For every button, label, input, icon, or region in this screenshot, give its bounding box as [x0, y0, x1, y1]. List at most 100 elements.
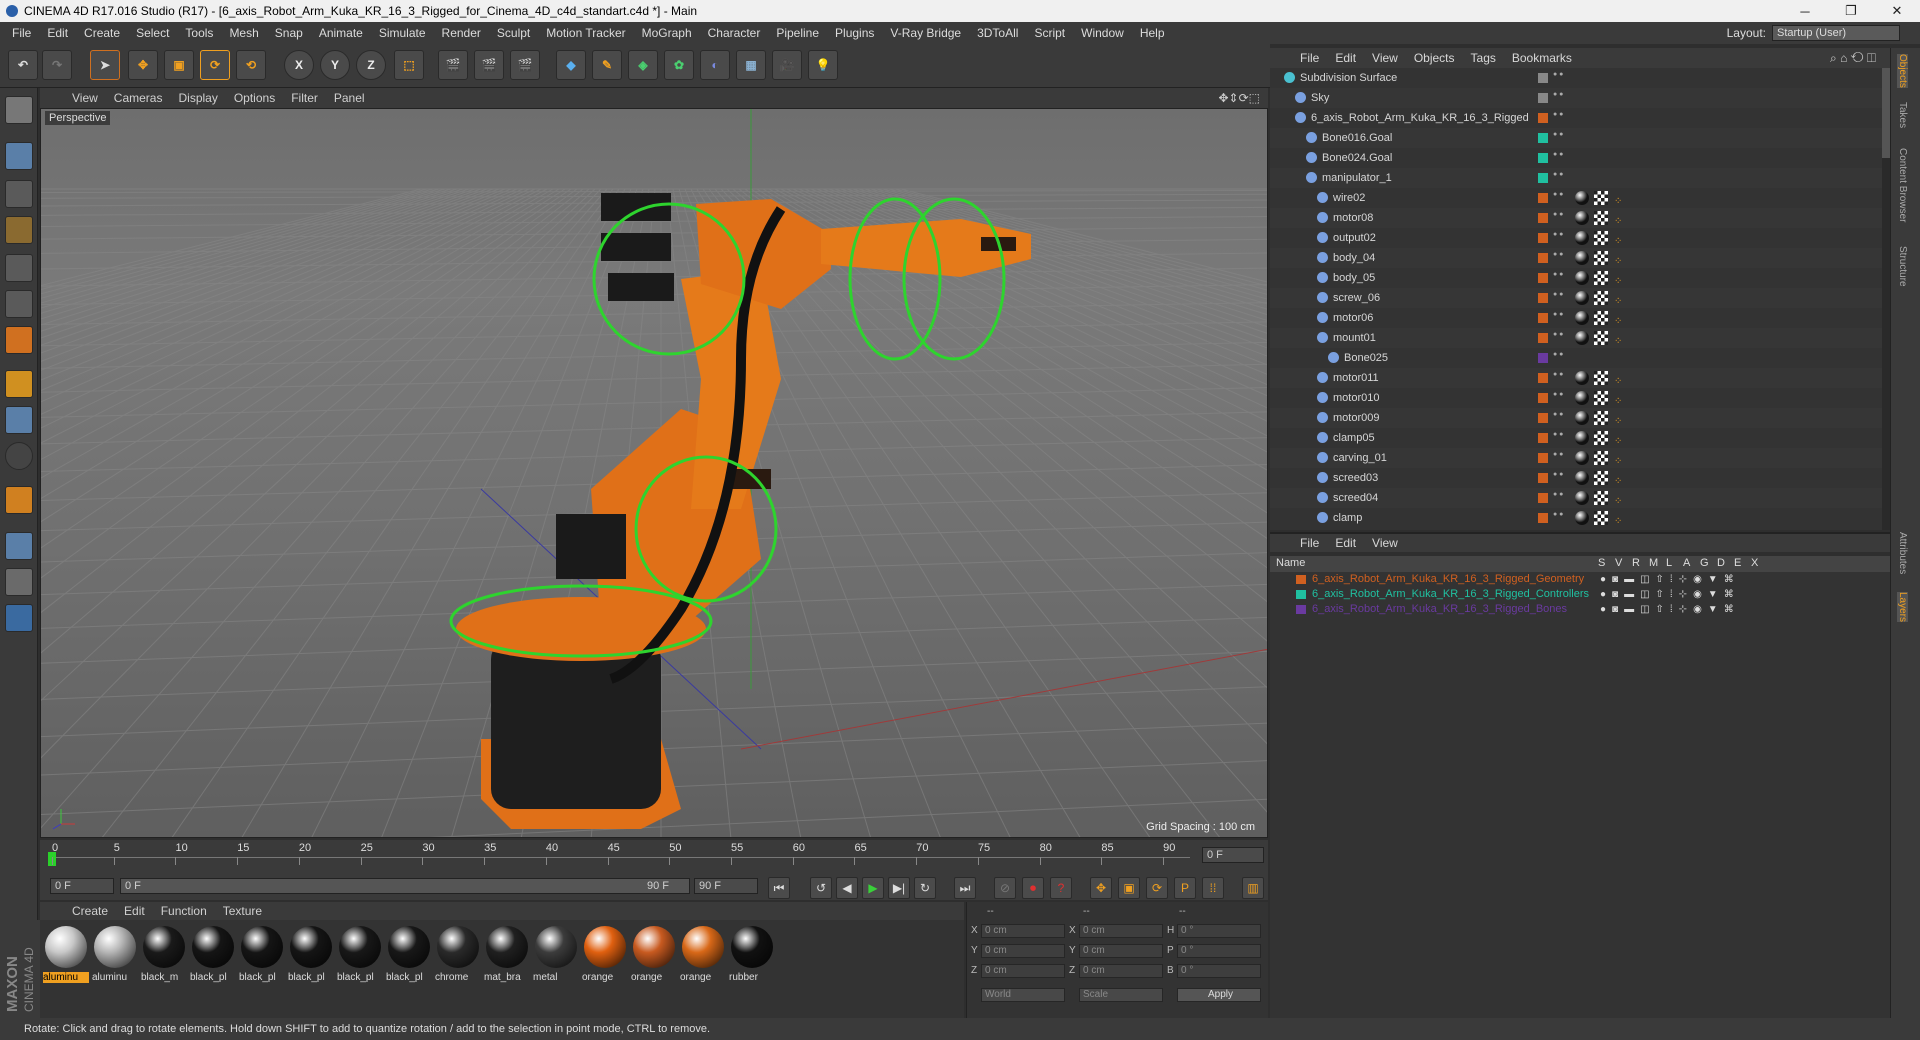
visibility-dots[interactable]: ● ● — [1553, 311, 1563, 318]
visibility-dots[interactable]: ● ● — [1553, 491, 1563, 498]
material-menu-function[interactable]: Function — [153, 904, 215, 918]
scale-icon[interactable]: ▣ — [164, 50, 194, 80]
object-row[interactable]: motor010 ● ● ⁘ — [1270, 388, 1882, 408]
uvw-tag-icon[interactable] — [1594, 371, 1608, 385]
menu-edit[interactable]: Edit — [39, 26, 76, 40]
object-row[interactable]: output02 ● ● ⁘ — [1270, 228, 1882, 248]
previous-frame-icon[interactable]: ◀ — [836, 877, 858, 899]
material-swatch[interactable]: black_m — [141, 926, 187, 992]
layer-color-tag[interactable] — [1538, 473, 1548, 483]
deformer-icon[interactable]: ◐ — [700, 50, 730, 80]
go-to-start-icon[interactable]: ⏮ — [768, 877, 790, 899]
object-tree-scrollbar[interactable] — [1882, 68, 1890, 530]
layer-menu-edit[interactable]: Edit — [1327, 536, 1364, 550]
layer-column-header[interactable]: M — [1649, 557, 1658, 569]
visibility-dots[interactable]: ● ● — [1553, 431, 1563, 438]
om-toolbar-icons[interactable]: ⌕ ⌂ ⟲ ◫ — [1822, 51, 1884, 66]
side-tab-structure[interactable]: Structure — [1897, 246, 1908, 287]
menu-mesh[interactable]: Mesh — [221, 26, 266, 40]
model-mode-icon[interactable] — [5, 142, 33, 170]
material-tag-icon[interactable] — [1575, 331, 1589, 345]
object-row[interactable]: manipulator_1 ● ● — [1270, 168, 1882, 188]
object-row[interactable]: 6_axis_Robot_Arm_Kuka_KR_16_3_Rigged ● ● — [1270, 108, 1882, 128]
menu-file[interactable]: File — [4, 26, 39, 40]
object-row[interactable]: motor08 ● ● ⁘ — [1270, 208, 1882, 228]
material-swatch[interactable]: black_pl — [288, 926, 334, 992]
layer-color-tag[interactable] — [1538, 353, 1548, 363]
object-row[interactable]: Subdivision Surface ● ● — [1270, 68, 1882, 88]
material-swatch[interactable]: black_pl — [337, 926, 383, 992]
object-row[interactable]: wire02 ● ● ⁘ — [1270, 188, 1882, 208]
object-row[interactable]: body_04 ● ● ⁘ — [1270, 248, 1882, 268]
material-tag-icon[interactable] — [1575, 371, 1589, 385]
apply-button[interactable]: Apply — [1177, 988, 1261, 1002]
menu-pipeline[interactable]: Pipeline — [768, 26, 827, 40]
layer-color-tag[interactable] — [1538, 293, 1548, 303]
material-tag-icon[interactable] — [1575, 491, 1589, 505]
menu-sculpt[interactable]: Sculpt — [489, 26, 538, 40]
layer-color-tag[interactable] — [1538, 133, 1548, 143]
material-tag-icon[interactable] — [1575, 431, 1589, 445]
side-tab-attributes[interactable]: Attributes — [1897, 532, 1908, 574]
object-menu-file[interactable]: File — [1292, 51, 1327, 65]
uvw-tag-icon[interactable] — [1594, 471, 1608, 485]
viewport-perspective[interactable]: Perspective Grid Spacing : 100 cm — [40, 108, 1268, 838]
uvw-tag-icon[interactable] — [1594, 431, 1608, 445]
weight-tag-icon[interactable]: ⁘ — [1614, 512, 1622, 530]
material-swatch[interactable]: metal — [533, 926, 579, 992]
menu-mograph[interactable]: MoGraph — [634, 26, 700, 40]
viewport-menu-filter[interactable]: Filter — [283, 91, 326, 105]
end-frame-field[interactable]: 90 F — [694, 878, 758, 894]
side-tab-objects[interactable]: Objects — [1897, 54, 1908, 88]
next-frame-icon[interactable]: ▶| — [888, 877, 910, 899]
python-icon[interactable] — [5, 604, 33, 632]
rotation-key-icon[interactable]: ⟳ — [1146, 877, 1168, 899]
record-keys-icon[interactable]: ⊘ — [994, 877, 1016, 899]
autokey-icon[interactable]: ⏺ — [1022, 877, 1044, 899]
material-menu-edit[interactable]: Edit — [116, 904, 153, 918]
coord-size-field[interactable]: 0 cm — [1079, 944, 1163, 958]
object-row[interactable]: screed04 ● ● ⁘ — [1270, 488, 1882, 508]
redo-icon[interactable]: ↷ — [42, 50, 72, 80]
move-icon[interactable]: ✥ — [128, 50, 158, 80]
coord-position-field[interactable]: 0 cm — [981, 944, 1065, 958]
menu-simulate[interactable]: Simulate — [371, 26, 434, 40]
current-frame-field[interactable]: 0 F — [1202, 847, 1264, 863]
uvw-tag-icon[interactable] — [1594, 271, 1608, 285]
points-mode-icon[interactable] — [5, 254, 33, 282]
menu-3dtoall[interactable]: 3DToAll — [969, 26, 1026, 40]
uvw-tag-icon[interactable] — [1594, 451, 1608, 465]
maximize-button[interactable]: ❐ — [1828, 0, 1874, 22]
x-axis-button[interactable]: X — [284, 50, 314, 80]
layer-color-tag[interactable] — [1538, 393, 1548, 403]
go-to-previous-key-icon[interactable]: ↺ — [810, 877, 832, 899]
material-tag-icon[interactable] — [1575, 231, 1589, 245]
cloner-icon[interactable]: ✿ — [664, 50, 694, 80]
material-tag-icon[interactable] — [1575, 211, 1589, 225]
rotate-icon[interactable]: ⟳ — [200, 50, 230, 80]
minimize-button[interactable]: ─ — [1782, 0, 1828, 22]
menu-snap[interactable]: Snap — [267, 26, 311, 40]
layer-column-header[interactable]: D — [1717, 557, 1725, 569]
uvw-tag-icon[interactable] — [1594, 191, 1608, 205]
layout-select[interactable]: Startup (User) — [1772, 25, 1900, 41]
layer-color-tag[interactable] — [1538, 493, 1548, 503]
material-menu-texture[interactable]: Texture — [215, 904, 270, 918]
z-axis-button[interactable]: Z — [356, 50, 386, 80]
pla-key-icon[interactable]: ⁞⁞ — [1202, 877, 1224, 899]
object-menu-view[interactable]: View — [1364, 51, 1406, 65]
menu-v-ray-bridge[interactable]: V-Ray Bridge — [882, 26, 969, 40]
menu-character[interactable]: Character — [700, 26, 769, 40]
visibility-dots[interactable]: ● ● — [1553, 71, 1563, 78]
layer-row[interactable]: 6_axis_Robot_Arm_Kuka_KR_16_3_Rigged_Bon… — [1270, 602, 1890, 617]
recent-tools-icon[interactable]: ⟲ — [236, 50, 266, 80]
coord-position-field[interactable]: 0 cm — [981, 924, 1065, 938]
layer-column-header[interactable]: V — [1615, 557, 1622, 569]
layer-color-tag[interactable] — [1538, 373, 1548, 383]
viewport-menu-display[interactable]: Display — [170, 91, 225, 105]
visibility-dots[interactable]: ● ● — [1553, 391, 1563, 398]
uvw-tag-icon[interactable] — [1594, 411, 1608, 425]
layer-column-header[interactable]: A — [1683, 557, 1690, 569]
material-swatch[interactable]: black_pl — [190, 926, 236, 992]
edges-mode-icon[interactable] — [5, 290, 33, 318]
